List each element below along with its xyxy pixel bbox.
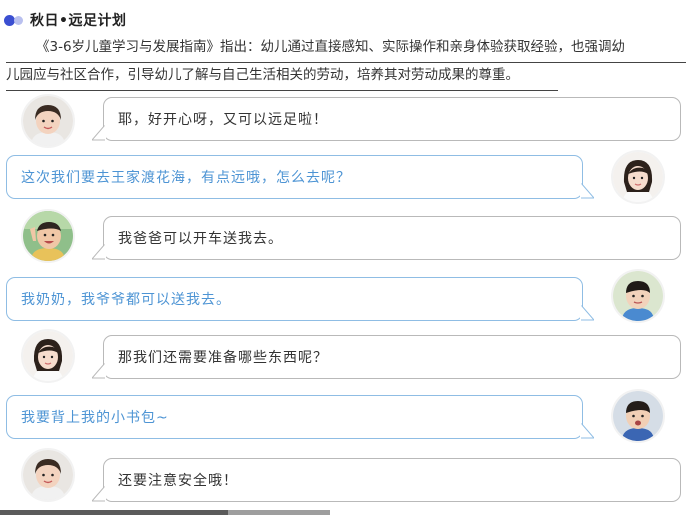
chat-text-1: 耶，好开心呀，又可以远足啦！: [118, 112, 328, 128]
avatar-child-2: [613, 152, 663, 202]
chat-text-5: 那我们还需要准备哪些东西呢？: [118, 350, 328, 366]
chat-text-3: 我爸爸可以开车送我去。: [118, 231, 283, 247]
chat-text-7: 还要注意安全哦！: [118, 473, 238, 489]
section-title: 秋日•远足计划: [30, 13, 127, 29]
intro-paragraph: 《3-6岁儿童学习与发展指南》指出：幼儿通过直接感知、实际操作和亲身体验获取经验…: [6, 35, 686, 91]
bullet-dots-icon: [4, 13, 26, 27]
chat-bubble-6: 我要背上我的小书包~: [6, 395, 594, 439]
avatar-child-6: [613, 391, 663, 441]
intro-line-1: 《3-6岁儿童学习与发展指南》指出：幼儿通过直接感知、实际操作和亲身体验获取经验…: [6, 35, 686, 63]
chat-bubble-3: 我爸爸可以开车送我去。: [92, 216, 681, 260]
avatar-child-1: [23, 96, 73, 146]
chat-text-4: 我奶奶，我爷爷都可以送我去。: [21, 292, 231, 308]
avatar-child-5: [23, 331, 73, 381]
avatar-child-3: [23, 211, 73, 261]
chat-bubble-5: 那我们还需要准备哪些东西呢？: [92, 335, 681, 379]
bottom-image-strip: [0, 510, 330, 515]
avatar-child-4: [613, 271, 663, 321]
chat-bubble-2: 这次我们要去王家渡花海，有点远哦，怎么去呢？: [6, 155, 594, 199]
avatar-child-7: [23, 450, 73, 500]
chat-text-2: 这次我们要去王家渡花海，有点远哦，怎么去呢？: [21, 170, 351, 186]
section-header: 秋日•远足计划: [4, 9, 126, 31]
chat-bubble-1: 耶，好开心呀，又可以远足啦！: [92, 97, 681, 141]
intro-line-2: 儿园应与社区合作，引导幼儿了解与自己生活相关的劳动，培养其对劳动成果的尊重。: [6, 63, 558, 91]
chat-bubble-4: 我奶奶，我爷爷都可以送我去。: [6, 277, 594, 321]
chat-text-6: 我要背上我的小书包~: [21, 410, 169, 426]
chat-bubble-7: 还要注意安全哦！: [92, 458, 681, 502]
